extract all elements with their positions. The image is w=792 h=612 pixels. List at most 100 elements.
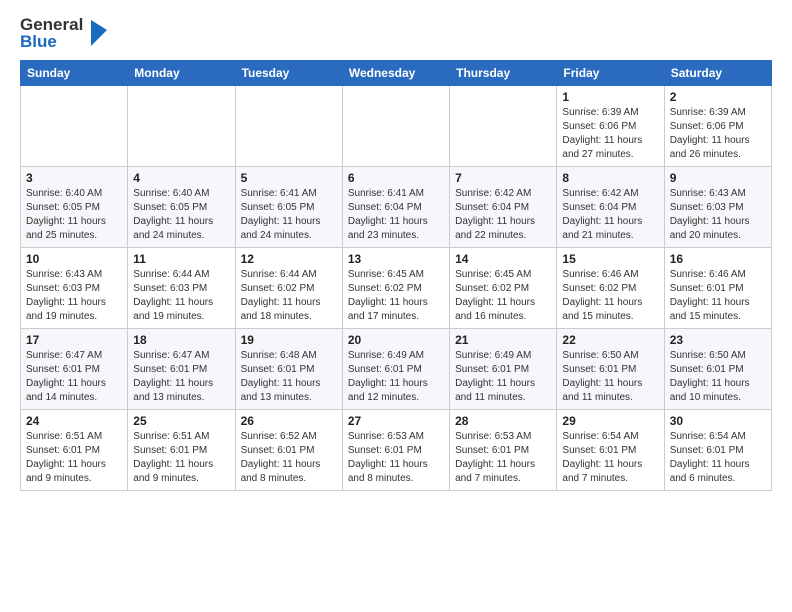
calendar-cell: 18 Sunrise: 6:47 AM Sunset: 6:01 PM Dayli… [128,329,235,410]
day-number: 23 [670,333,766,347]
calendar-cell: 9 Sunrise: 6:43 AM Sunset: 6:03 PM Daylig… [664,167,771,248]
weekday-header-sunday: Sunday [21,61,128,86]
day-info: Sunrise: 6:40 AM Sunset: 6:05 PM Dayligh… [133,187,229,243]
day-info: Sunrise: 6:52 AM Sunset: 6:01 PM Dayligh… [241,430,337,486]
day-info: Sunrise: 6:47 AM Sunset: 6:01 PM Dayligh… [26,349,122,405]
day-info: Sunrise: 6:41 AM Sunset: 6:05 PM Dayligh… [241,187,337,243]
day-number: 7 [455,171,551,185]
logo: General Blue [20,16,109,50]
weekday-header-saturday: Saturday [664,61,771,86]
calendar-cell [128,86,235,167]
week-row-5: 24 Sunrise: 6:51 AM Sunset: 6:01 PM Dayli… [21,410,772,491]
day-number: 8 [562,171,658,185]
weekday-header-tuesday: Tuesday [235,61,342,86]
day-info: Sunrise: 6:49 AM Sunset: 6:01 PM Dayligh… [348,349,444,405]
calendar-cell [21,86,128,167]
day-info: Sunrise: 6:50 AM Sunset: 6:01 PM Dayligh… [562,349,658,405]
day-info: Sunrise: 6:44 AM Sunset: 6:03 PM Dayligh… [133,268,229,324]
calendar-cell: 27Sunrise: 6:53 AM Sunset: 6:01 PM Dayli… [342,410,449,491]
day-info: Sunrise: 6:53 AM Sunset: 6:01 PM Dayligh… [455,430,551,486]
calendar-cell: 12 Sunrise: 6:44 AM Sunset: 6:02 PM Dayli… [235,248,342,329]
day-info: Sunrise: 6:46 AM Sunset: 6:02 PM Dayligh… [562,268,658,324]
calendar-cell: 11 Sunrise: 6:44 AM Sunset: 6:03 PM Dayli… [128,248,235,329]
calendar-cell: 16 Sunrise: 6:46 AM Sunset: 6:01 PM Dayli… [664,248,771,329]
day-number: 14 [455,252,551,266]
day-number: 9 [670,171,766,185]
calendar-cell: 4 Sunrise: 6:40 AM Sunset: 6:05 PM Daylig… [128,167,235,248]
day-number: 12 [241,252,337,266]
day-number: 24 [26,414,122,428]
calendar-cell: 19 Sunrise: 6:48 AM Sunset: 6:01 PM Dayli… [235,329,342,410]
calendar-cell: 29Sunrise: 6:54 AM Sunset: 6:01 PM Dayli… [557,410,664,491]
day-number: 26 [241,414,337,428]
day-info: Sunrise: 6:42 AM Sunset: 6:04 PM Dayligh… [562,187,658,243]
day-number: 27 [348,414,444,428]
day-info: Sunrise: 6:46 AM Sunset: 6:01 PM Dayligh… [670,268,766,324]
calendar-cell: 1Sunrise: 6:39 AM Sunset: 6:06 PM Daylig… [557,86,664,167]
day-info: Sunrise: 6:47 AM Sunset: 6:01 PM Dayligh… [133,349,229,405]
calendar-cell: 25 Sunrise: 6:51 AM Sunset: 6:01 PM Dayli… [128,410,235,491]
day-number: 20 [348,333,444,347]
calendar-cell: 2 Sunrise: 6:39 AM Sunset: 6:06 PM Daylig… [664,86,771,167]
calendar-cell [235,86,342,167]
weekday-header-row: SundayMondayTuesdayWednesdayThursdayFrid… [21,61,772,86]
day-number: 19 [241,333,337,347]
calendar-cell: 21 Sunrise: 6:49 AM Sunset: 6:01 PM Dayli… [450,329,557,410]
day-number: 21 [455,333,551,347]
header: General Blue [20,16,772,50]
calendar-cell: 30 Sunrise: 6:54 AM Sunset: 6:01 PM Dayli… [664,410,771,491]
day-number: 25 [133,414,229,428]
day-info: Sunrise: 6:45 AM Sunset: 6:02 PM Dayligh… [455,268,551,324]
calendar-cell: 13 Sunrise: 6:45 AM Sunset: 6:02 PM Dayli… [342,248,449,329]
calendar-cell: 22 Sunrise: 6:50 AM Sunset: 6:01 PM Dayli… [557,329,664,410]
day-number: 18 [133,333,229,347]
calendar-cell: 10 Sunrise: 6:43 AM Sunset: 6:03 PM Dayli… [21,248,128,329]
day-info: Sunrise: 6:50 AM Sunset: 6:01 PM Dayligh… [670,349,766,405]
day-info: Sunrise: 6:48 AM Sunset: 6:01 PM Dayligh… [241,349,337,405]
day-number: 11 [133,252,229,266]
calendar-cell: 23 Sunrise: 6:50 AM Sunset: 6:01 PM Dayli… [664,329,771,410]
calendar-cell: 7Sunrise: 6:42 AM Sunset: 6:04 PM Daylig… [450,167,557,248]
day-number: 15 [562,252,658,266]
calendar-cell [342,86,449,167]
calendar-cell: 28Sunrise: 6:53 AM Sunset: 6:01 PM Dayli… [450,410,557,491]
day-info: Sunrise: 6:49 AM Sunset: 6:01 PM Dayligh… [455,349,551,405]
day-info: Sunrise: 6:43 AM Sunset: 6:03 PM Dayligh… [26,268,122,324]
weekday-header-wednesday: Wednesday [342,61,449,86]
logo-icon [87,18,109,48]
day-number: 2 [670,90,766,104]
calendar-table: SundayMondayTuesdayWednesdayThursdayFrid… [20,60,772,491]
day-info: Sunrise: 6:39 AM Sunset: 6:06 PM Dayligh… [670,106,766,162]
day-number: 10 [26,252,122,266]
day-info: Sunrise: 6:40 AM Sunset: 6:05 PM Dayligh… [26,187,122,243]
calendar-cell: 8 Sunrise: 6:42 AM Sunset: 6:04 PM Daylig… [557,167,664,248]
day-info: Sunrise: 6:54 AM Sunset: 6:01 PM Dayligh… [670,430,766,486]
day-info: Sunrise: 6:44 AM Sunset: 6:02 PM Dayligh… [241,268,337,324]
day-number: 3 [26,171,122,185]
day-info: Sunrise: 6:43 AM Sunset: 6:03 PM Dayligh… [670,187,766,243]
calendar-cell: 20 Sunrise: 6:49 AM Sunset: 6:01 PM Dayli… [342,329,449,410]
calendar-cell: 5 Sunrise: 6:41 AM Sunset: 6:05 PM Daylig… [235,167,342,248]
week-row-1: 1 Sunrise: 6:39 AM Sunset: 6:06 PM Daylig… [21,86,772,167]
calendar-cell: 15 Sunrise: 6:46 AM Sunset: 6:02 PM Dayli… [557,248,664,329]
weekday-header-monday: Monday [128,61,235,86]
day-number: 4 [133,171,229,185]
calendar-cell: 3 Sunrise: 6:40 AM Sunset: 6:05 PM Daylig… [21,167,128,248]
day-info: Sunrise: 6:51 AM Sunset: 6:01 PM Dayligh… [26,430,122,486]
day-info: Sunrise: 6:41 AM Sunset: 6:04 PM Dayligh… [348,187,444,243]
day-number: 5 [241,171,337,185]
day-info: Sunrise: 6:51 AM Sunset: 6:01 PM Dayligh… [133,430,229,486]
calendar-cell: 14 Sunrise: 6:45 AM Sunset: 6:02 PM Dayli… [450,248,557,329]
day-info: Sunrise: 6:45 AM Sunset: 6:02 PM Dayligh… [348,268,444,324]
day-number: 6 [348,171,444,185]
day-number: 16 [670,252,766,266]
day-number: 1 [562,90,658,104]
day-number: 13 [348,252,444,266]
week-row-2: 3 Sunrise: 6:40 AM Sunset: 6:05 PM Daylig… [21,167,772,248]
week-row-4: 17Sunrise: 6:47 AM Sunset: 6:01 PM Dayli… [21,329,772,410]
day-number: 22 [562,333,658,347]
logo-general-text: General [20,16,83,33]
calendar-cell [450,86,557,167]
logo-blue-text: Blue [20,33,83,50]
day-number: 30 [670,414,766,428]
